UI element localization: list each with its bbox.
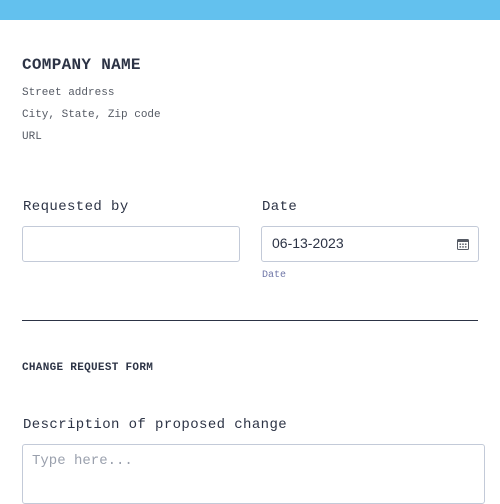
company-url: URL: [22, 131, 42, 143]
description-textarea[interactable]: [22, 444, 485, 504]
description-label: Description of proposed change: [23, 417, 288, 433]
calendar-icon[interactable]: [457, 238, 469, 250]
city-state-zip: City, State, Zip code: [22, 109, 161, 121]
section-divider: [22, 320, 478, 321]
date-label: Date: [262, 199, 298, 215]
top-accent-bar: [0, 0, 500, 20]
requested-by-label: Requested by: [23, 199, 129, 215]
date-sublabel: Date: [262, 270, 287, 281]
company-name: COMPANY NAME: [22, 56, 141, 74]
requested-by-input[interactable]: [22, 226, 240, 262]
section-title: CHANGE REQUEST FORM: [22, 362, 154, 374]
date-input[interactable]: 06-13-2023: [261, 226, 479, 262]
street-address: Street address: [22, 87, 115, 99]
date-value: 06-13-2023: [272, 235, 344, 251]
